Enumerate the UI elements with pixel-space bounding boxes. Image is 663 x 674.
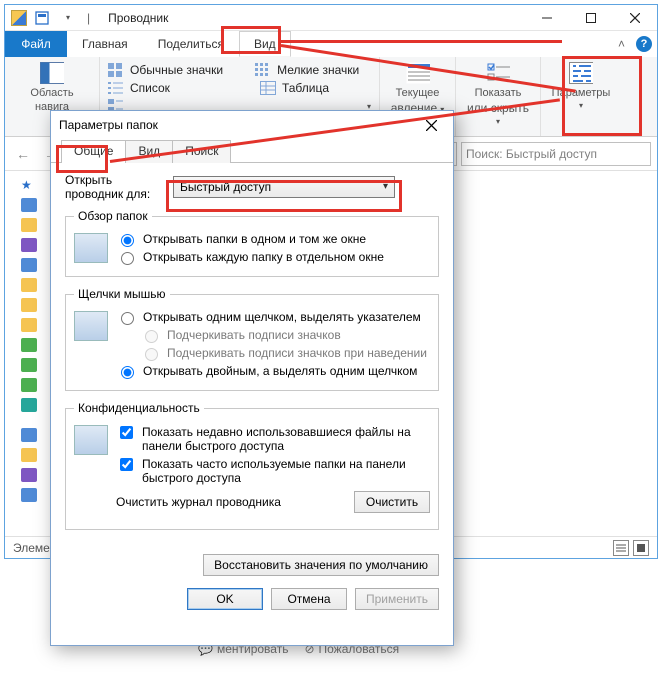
- options-dropdown-icon[interactable]: ▾: [579, 101, 583, 110]
- details-view-icon[interactable]: [613, 540, 629, 556]
- dialog-body: Открыть проводник для: Быстрый доступ ▾ …: [51, 163, 453, 550]
- group-privacy: Конфиденциальность Показать недавно испо…: [65, 401, 439, 530]
- options-button[interactable]: Параметры ▾: [549, 61, 613, 110]
- titlebar: ▾ | Проводник: [5, 5, 657, 31]
- search-box[interactable]: Поиск: Быстрый доступ: [461, 142, 651, 166]
- dialog-tabs: Общие Вид Поиск: [51, 139, 453, 163]
- dialog-close-button[interactable]: [417, 115, 445, 135]
- radio-underline-hover: Подчеркивать подписи значков при наведен…: [140, 346, 430, 361]
- open-explorer-value: Быстрый доступ: [180, 180, 271, 194]
- radio-single-click[interactable]: Открывать одним щелчком, выделять указат…: [116, 310, 430, 325]
- folder-options-dialog: Параметры папок Общие Вид Поиск Открыть …: [50, 110, 454, 646]
- dialog-titlebar: Параметры папок: [51, 111, 453, 139]
- ok-button[interactable]: OK: [187, 588, 263, 610]
- qat-down-icon[interactable]: ▾: [57, 7, 79, 29]
- ribbon-group-show-hide: Показать или скрыть ▾: [456, 57, 541, 136]
- minimize-button[interactable]: [525, 5, 569, 31]
- help-button[interactable]: ?: [631, 31, 657, 57]
- dialog-tab-search[interactable]: Поиск: [172, 140, 231, 163]
- navigation-pane-button[interactable]: Область навига: [13, 61, 91, 113]
- radio-underline-icons: Подчеркивать подписи значков: [140, 328, 430, 343]
- tab-view[interactable]: Вид: [239, 31, 291, 57]
- apply-button: Применить: [355, 588, 439, 610]
- sort-columns-icon: [406, 61, 430, 85]
- clear-history-button[interactable]: Очистить: [354, 491, 430, 513]
- open-explorer-label: Открыть проводник для:: [65, 173, 165, 201]
- dialog-tab-view[interactable]: Вид: [125, 140, 173, 163]
- radio-double-click[interactable]: Открывать двойным, а выделять одним щелч…: [116, 364, 430, 379]
- group-click-items: Щелчки мышью Открывать одним щелчком, вы…: [65, 287, 439, 391]
- group-browse-legend: Обзор папок: [74, 209, 152, 223]
- view-normal-icons[interactable]: Обычные значки Мелкие значки: [108, 61, 371, 79]
- window-title: Проводник: [100, 11, 176, 25]
- chevron-down-icon: ▾: [383, 181, 388, 192]
- qat-properties-icon[interactable]: [31, 7, 53, 29]
- group-privacy-legend: Конфиденциальность: [74, 401, 204, 415]
- dialog-tab-general[interactable]: Общие: [61, 140, 126, 163]
- group-browse-folders: Обзор папок Открывать папки в одном и то…: [65, 209, 439, 277]
- dialog-title: Параметры папок: [59, 118, 417, 132]
- checkbox-list-icon: [486, 61, 510, 85]
- browse-folders-icon: [74, 233, 108, 263]
- show-hide-button[interactable]: Показать или скрыть ▾: [464, 61, 532, 127]
- collapse-ribbon-icon[interactable]: ˄: [618, 37, 631, 51]
- back-button[interactable]: ←: [11, 142, 35, 166]
- close-button[interactable]: [613, 5, 657, 31]
- tab-home[interactable]: Главная: [67, 31, 143, 57]
- ribbon-tabs: Файл Главная Поделиться Вид ˄ ?: [5, 31, 657, 57]
- ribbon-group-options: Параметры ▾: [541, 57, 621, 136]
- large-icons-view-icon[interactable]: [633, 540, 649, 556]
- dialog-button-row: OK Отмена Применить: [51, 580, 453, 618]
- maximize-button[interactable]: [569, 5, 613, 31]
- navigation-pane-icon: [40, 61, 64, 85]
- check-freq-folders[interactable]: Показать часто используемые папки на пан…: [116, 457, 430, 485]
- radio-own-window[interactable]: Открывать каждую папку в отдельном окне: [116, 250, 430, 265]
- open-explorer-combo[interactable]: Быстрый доступ ▾: [173, 176, 395, 198]
- radio-same-window[interactable]: Открывать папки в одном и том же окне: [116, 232, 430, 247]
- search-placeholder: Поиск: Быстрый доступ: [466, 147, 597, 161]
- view-list[interactable]: Список Таблица: [108, 79, 371, 97]
- current-view-button[interactable]: Текущее авление ▾: [388, 61, 447, 115]
- explorer-app-icon: [11, 10, 27, 26]
- qat-separator: |: [87, 11, 90, 25]
- star-icon: ★: [21, 178, 32, 192]
- clear-history-label: Очистить журнал проводника: [116, 495, 346, 509]
- options-icon: [569, 61, 593, 85]
- file-tab[interactable]: Файл: [5, 31, 67, 57]
- cancel-button[interactable]: Отмена: [271, 588, 347, 610]
- group-click-legend: Щелчки мышью: [74, 287, 170, 301]
- restore-defaults-button[interactable]: Восстановить значения по умолчанию: [203, 554, 439, 576]
- check-recent-files[interactable]: Показать недавно использовавшиеся файлы …: [116, 425, 430, 453]
- click-items-icon: [74, 311, 108, 341]
- tab-share[interactable]: Поделиться: [143, 31, 239, 57]
- privacy-icon: [74, 425, 108, 455]
